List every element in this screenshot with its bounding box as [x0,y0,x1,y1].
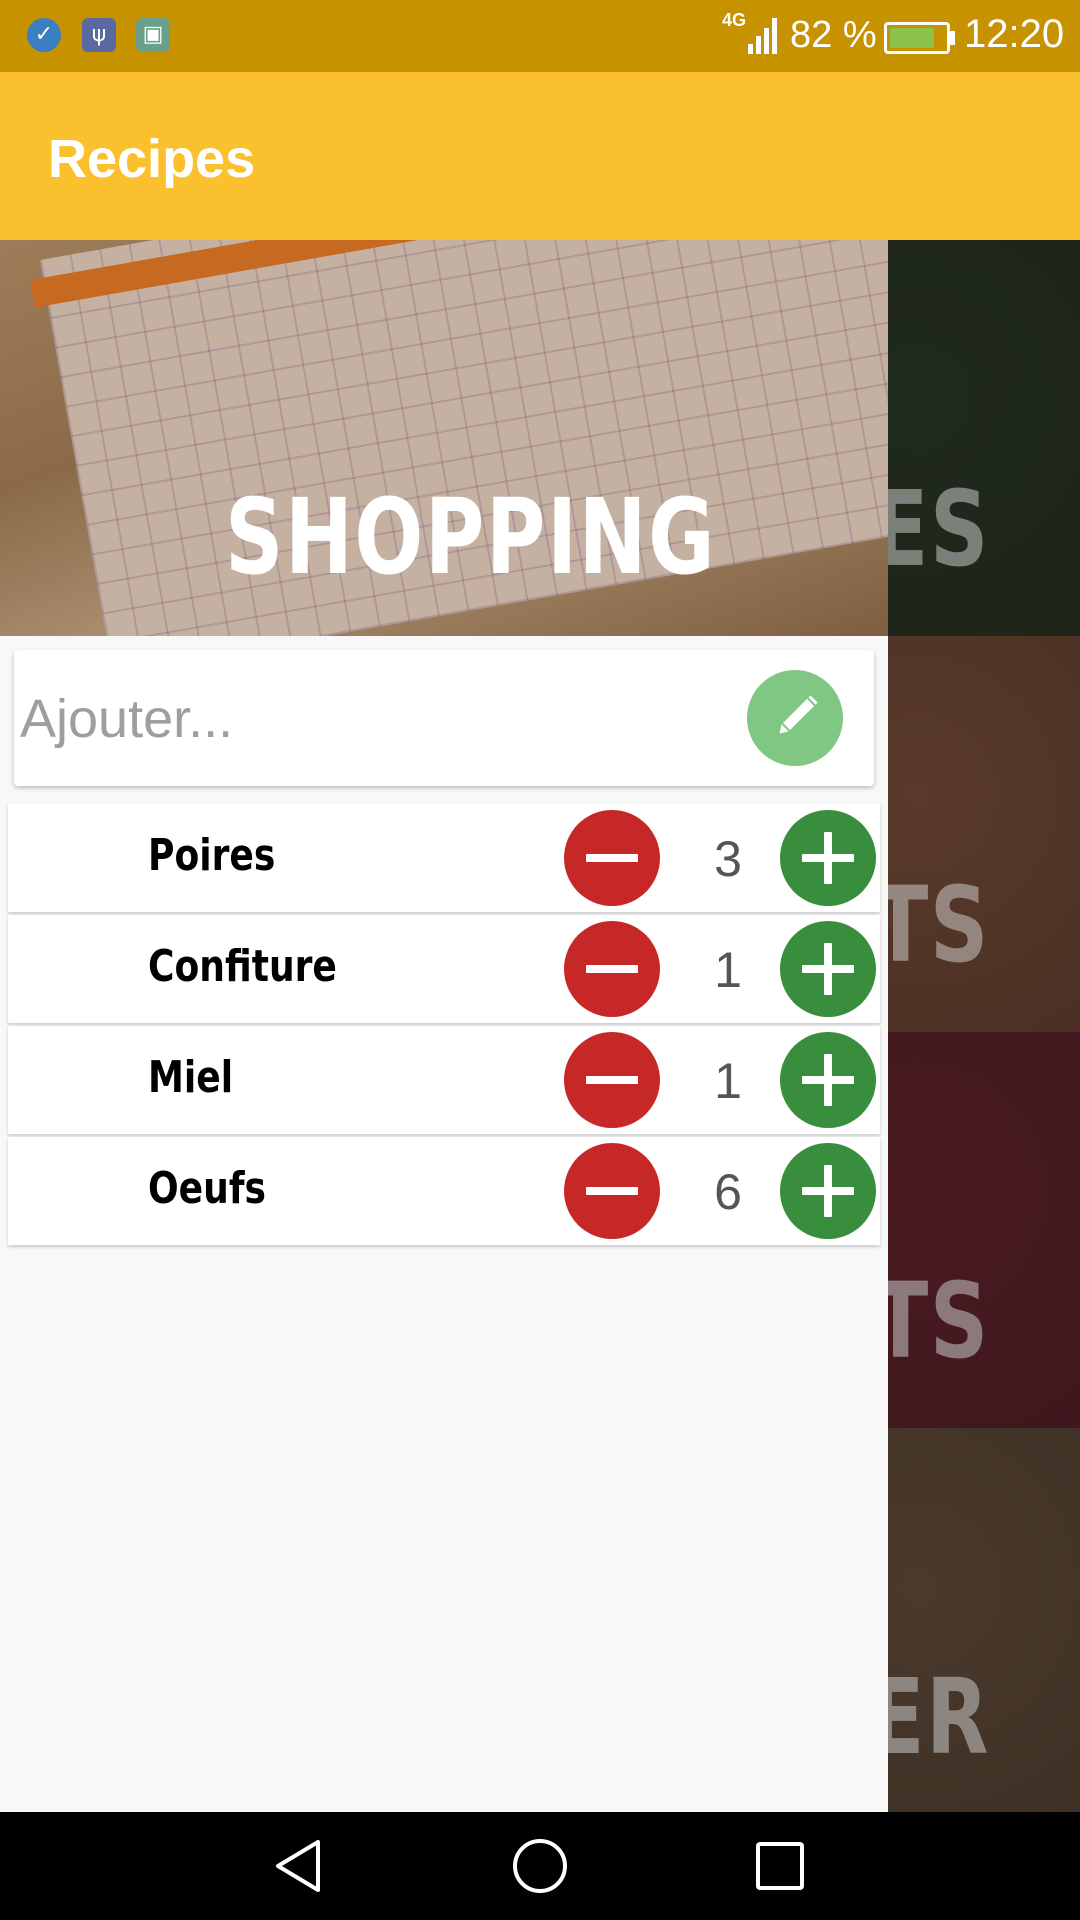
category-card-label: TS [873,1260,990,1382]
shopping-hero-image: SHOPPING [0,240,888,636]
item-quantity: 1 [714,1053,742,1109]
item-quantity: 6 [714,1164,742,1220]
minus-icon [586,1076,638,1084]
minus-icon [586,1187,638,1195]
item-quantity: 3 [714,831,742,887]
decrement-button[interactable] [564,921,660,1017]
shopping-drawer: SHOPPING Poires 3 Confiture 1 [0,240,888,1812]
item-name: Confiture [148,941,337,992]
usb-icon: ψ [82,18,116,52]
list-item: Poires 3 [8,804,880,912]
decrement-button[interactable] [564,1032,660,1128]
category-card-label: ES [873,468,990,590]
battery-tip [950,31,955,45]
increment-button[interactable] [780,810,876,906]
signal-icon [748,18,777,54]
app-title: Recipes [48,129,256,189]
home-icon[interactable] [510,1836,570,1896]
battery-level-fill [890,28,935,48]
battery-percent: 82 % [790,14,877,56]
image-notification-icon: ▣ [136,18,170,52]
list-item: Oeufs 6 [8,1137,880,1245]
increment-button[interactable] [780,921,876,1017]
decrement-button[interactable] [564,1143,660,1239]
decrement-button[interactable] [564,810,660,906]
increment-button[interactable] [780,1143,876,1239]
minus-icon [586,965,638,973]
check-notification-icon: ✓ [27,18,61,52]
clock: 12:20 [964,12,1065,56]
status-bar: ✓ ψ ▣ 4G 82 % 12:20 [0,0,1080,72]
list-item: Confiture 1 [8,915,880,1023]
category-card-label: TS [873,864,990,986]
list-item: Miel 1 [8,1026,880,1134]
hero-title: SHOPPING [224,476,717,598]
shopping-list: Poires 3 Confiture 1 Miel 1 Oeufs 6 [8,804,880,1248]
recents-icon[interactable] [750,1836,810,1896]
item-name: Poires [148,830,276,881]
pencil-icon [779,695,818,734]
battery-charging-icon [884,22,950,54]
item-name: Oeufs [148,1163,267,1214]
item-name: Miel [148,1052,234,1103]
increment-button[interactable] [780,1032,876,1128]
add-item-input[interactable] [20,674,720,764]
edit-button[interactable] [747,670,843,766]
add-item-card [14,650,874,786]
item-quantity: 1 [714,942,742,998]
app-bar: Recipes [0,72,1080,240]
back-icon[interactable] [270,1836,330,1896]
minus-icon [586,854,638,862]
navigation-bar [0,1812,1080,1920]
